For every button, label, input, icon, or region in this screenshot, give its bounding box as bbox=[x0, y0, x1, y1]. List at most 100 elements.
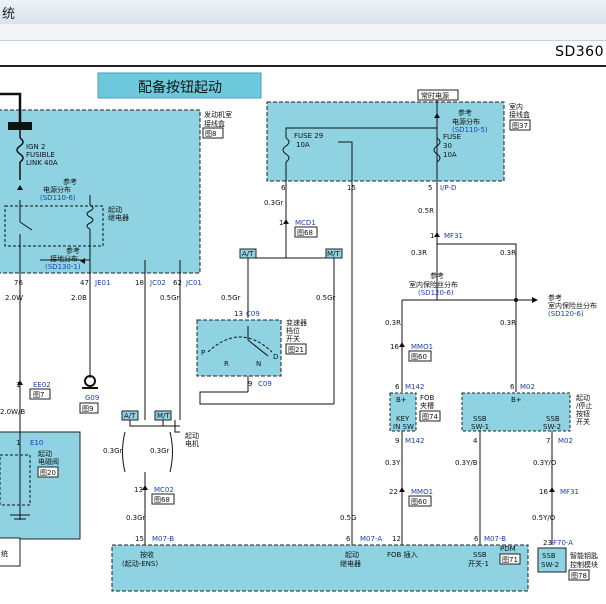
svg-text:F70-A: F70-A bbox=[553, 539, 573, 547]
svg-text:档位: 档位 bbox=[286, 326, 300, 335]
svg-text:MMO1: MMO1 bbox=[411, 343, 433, 351]
svg-text:4: 4 bbox=[473, 437, 478, 445]
svg-text:图78: 图78 bbox=[571, 572, 587, 580]
svg-text:(SD120-6): (SD120-6) bbox=[418, 289, 454, 297]
svg-text:电磁阀: 电磁阀 bbox=[38, 457, 59, 466]
svg-text:图68: 图68 bbox=[297, 229, 313, 237]
svg-text:SW-1: SW-1 bbox=[471, 423, 489, 431]
svg-text:图7: 图7 bbox=[33, 391, 44, 399]
svg-text:JE01: JE01 bbox=[94, 279, 110, 287]
svg-text:起动: 起动 bbox=[108, 205, 122, 214]
svg-text:2.0B: 2.0B bbox=[71, 294, 87, 302]
toolbar-strip bbox=[0, 24, 606, 41]
svg-text:SW-2: SW-2 bbox=[543, 423, 561, 431]
engine-box-label-2: 接线盒 bbox=[204, 119, 225, 128]
svg-text:76: 76 bbox=[14, 279, 23, 287]
svg-text:13: 13 bbox=[234, 310, 243, 318]
svg-text:B+: B+ bbox=[511, 396, 522, 404]
svg-text:A/T: A/T bbox=[242, 250, 254, 258]
svg-text:6: 6 bbox=[510, 383, 515, 391]
svg-text:KEY: KEY bbox=[396, 415, 410, 423]
svg-text:IN SW: IN SW bbox=[393, 423, 414, 431]
svg-text:LINK 40A: LINK 40A bbox=[26, 159, 58, 167]
svg-text:M07-B: M07-B bbox=[484, 535, 506, 543]
svg-text:30: 30 bbox=[443, 142, 452, 150]
svg-text:FOB 插入: FOB 插入 bbox=[387, 550, 418, 559]
svg-text:M07-A: M07-A bbox=[360, 535, 382, 543]
svg-text:控制模块: 控制模块 bbox=[570, 560, 598, 569]
svg-text:6: 6 bbox=[281, 184, 286, 192]
svg-text:JC01: JC01 bbox=[185, 279, 202, 287]
svg-text:/停止: /停止 bbox=[576, 401, 592, 410]
svg-text:G09: G09 bbox=[85, 394, 99, 402]
svg-text:0.5Y/O: 0.5Y/O bbox=[532, 514, 556, 522]
svg-text:0.5Gr: 0.5Gr bbox=[316, 294, 336, 302]
svg-text:N: N bbox=[256, 360, 261, 368]
svg-text:SSB: SSB bbox=[473, 415, 487, 423]
svg-text:9: 9 bbox=[248, 380, 252, 388]
svg-text:起动: 起动 bbox=[185, 431, 199, 440]
svg-text:15: 15 bbox=[135, 535, 144, 543]
wiring-diagram: 配备按钮起动 发动机室 接线盒 图8 IGN 2 FUSIBLE LINK 40… bbox=[0, 72, 598, 592]
svg-text:18: 18 bbox=[135, 279, 144, 287]
engine-box-fig: 图8 bbox=[205, 130, 216, 138]
svg-text:6: 6 bbox=[395, 383, 400, 391]
svg-text:0.3Gr: 0.3Gr bbox=[150, 447, 170, 455]
svg-text:22: 22 bbox=[389, 488, 398, 496]
svg-text:继电器: 继电器 bbox=[108, 213, 129, 222]
svg-text:(SD110-6): (SD110-6) bbox=[40, 194, 76, 202]
svg-text:EE02: EE02 bbox=[33, 381, 51, 389]
svg-text:室内保险丝分布: 室内保险丝分布 bbox=[409, 280, 458, 289]
svg-text:FOB: FOB bbox=[420, 394, 435, 402]
svg-text:0.3Gr: 0.3Gr bbox=[264, 199, 284, 207]
svg-text:常时电源: 常时电源 bbox=[421, 91, 449, 100]
svg-text:9: 9 bbox=[395, 437, 399, 445]
svg-text:参考: 参考 bbox=[430, 271, 444, 280]
svg-text:PDM: PDM bbox=[500, 545, 516, 553]
svg-text:62: 62 bbox=[173, 279, 182, 287]
svg-text:电源分布: 电源分布 bbox=[43, 185, 71, 194]
svg-text:FUSE 29: FUSE 29 bbox=[294, 132, 323, 140]
svg-text:I/P-D: I/P-D bbox=[440, 184, 456, 192]
svg-text:MF31: MF31 bbox=[444, 232, 463, 240]
svg-text:0.3Gr: 0.3Gr bbox=[126, 514, 146, 522]
svg-text:M02: M02 bbox=[520, 383, 535, 391]
svg-text:M/T: M/T bbox=[327, 250, 340, 258]
svg-text:按收: 按收 bbox=[140, 550, 154, 559]
svg-text:按钮: 按钮 bbox=[576, 409, 590, 418]
svg-text:图9: 图9 bbox=[82, 405, 93, 413]
starter-solenoid-box bbox=[0, 431, 81, 540]
document-code: SD360 bbox=[555, 44, 604, 60]
svg-text:5: 5 bbox=[428, 184, 432, 192]
svg-text:图60: 图60 bbox=[411, 498, 427, 506]
svg-text:0.5G: 0.5G bbox=[340, 514, 357, 522]
document-header: SD360 bbox=[0, 41, 606, 67]
svg-text:M/T: M/T bbox=[157, 412, 170, 420]
svg-text:统: 统 bbox=[1, 549, 8, 558]
svg-text:E10: E10 bbox=[30, 439, 43, 447]
svg-text:SSB: SSB bbox=[546, 415, 560, 423]
svg-text:电机: 电机 bbox=[185, 439, 199, 448]
svg-text:M142: M142 bbox=[405, 437, 424, 445]
svg-text:23: 23 bbox=[543, 539, 552, 547]
svg-text:室内保险丝分布: 室内保险丝分布 bbox=[548, 301, 597, 310]
svg-text:10A: 10A bbox=[296, 141, 310, 149]
svg-text:0.3R: 0.3R bbox=[500, 249, 516, 257]
svg-text:16: 16 bbox=[390, 343, 399, 351]
svg-text:SSB: SSB bbox=[473, 551, 487, 559]
svg-text:0.3Gr: 0.3Gr bbox=[103, 447, 123, 455]
svg-text:图71: 图71 bbox=[502, 556, 518, 564]
svg-text:0.3R: 0.3R bbox=[411, 249, 427, 257]
svg-text:1: 1 bbox=[430, 232, 434, 240]
svg-text:FUSE: FUSE bbox=[443, 133, 461, 141]
svg-text:15: 15 bbox=[347, 184, 356, 192]
svg-text:参考: 参考 bbox=[63, 177, 77, 186]
svg-text:JC02: JC02 bbox=[149, 279, 166, 287]
svg-text:开关-1: 开关-1 bbox=[468, 559, 489, 568]
svg-text:M02: M02 bbox=[558, 437, 573, 445]
svg-text:C09: C09 bbox=[246, 310, 260, 318]
svg-text:0.3Y/O: 0.3Y/O bbox=[533, 459, 557, 467]
svg-text:起动: 起动 bbox=[38, 449, 52, 458]
svg-text:继电器: 继电器 bbox=[340, 559, 361, 568]
transmission-range-switch bbox=[196, 319, 282, 377]
